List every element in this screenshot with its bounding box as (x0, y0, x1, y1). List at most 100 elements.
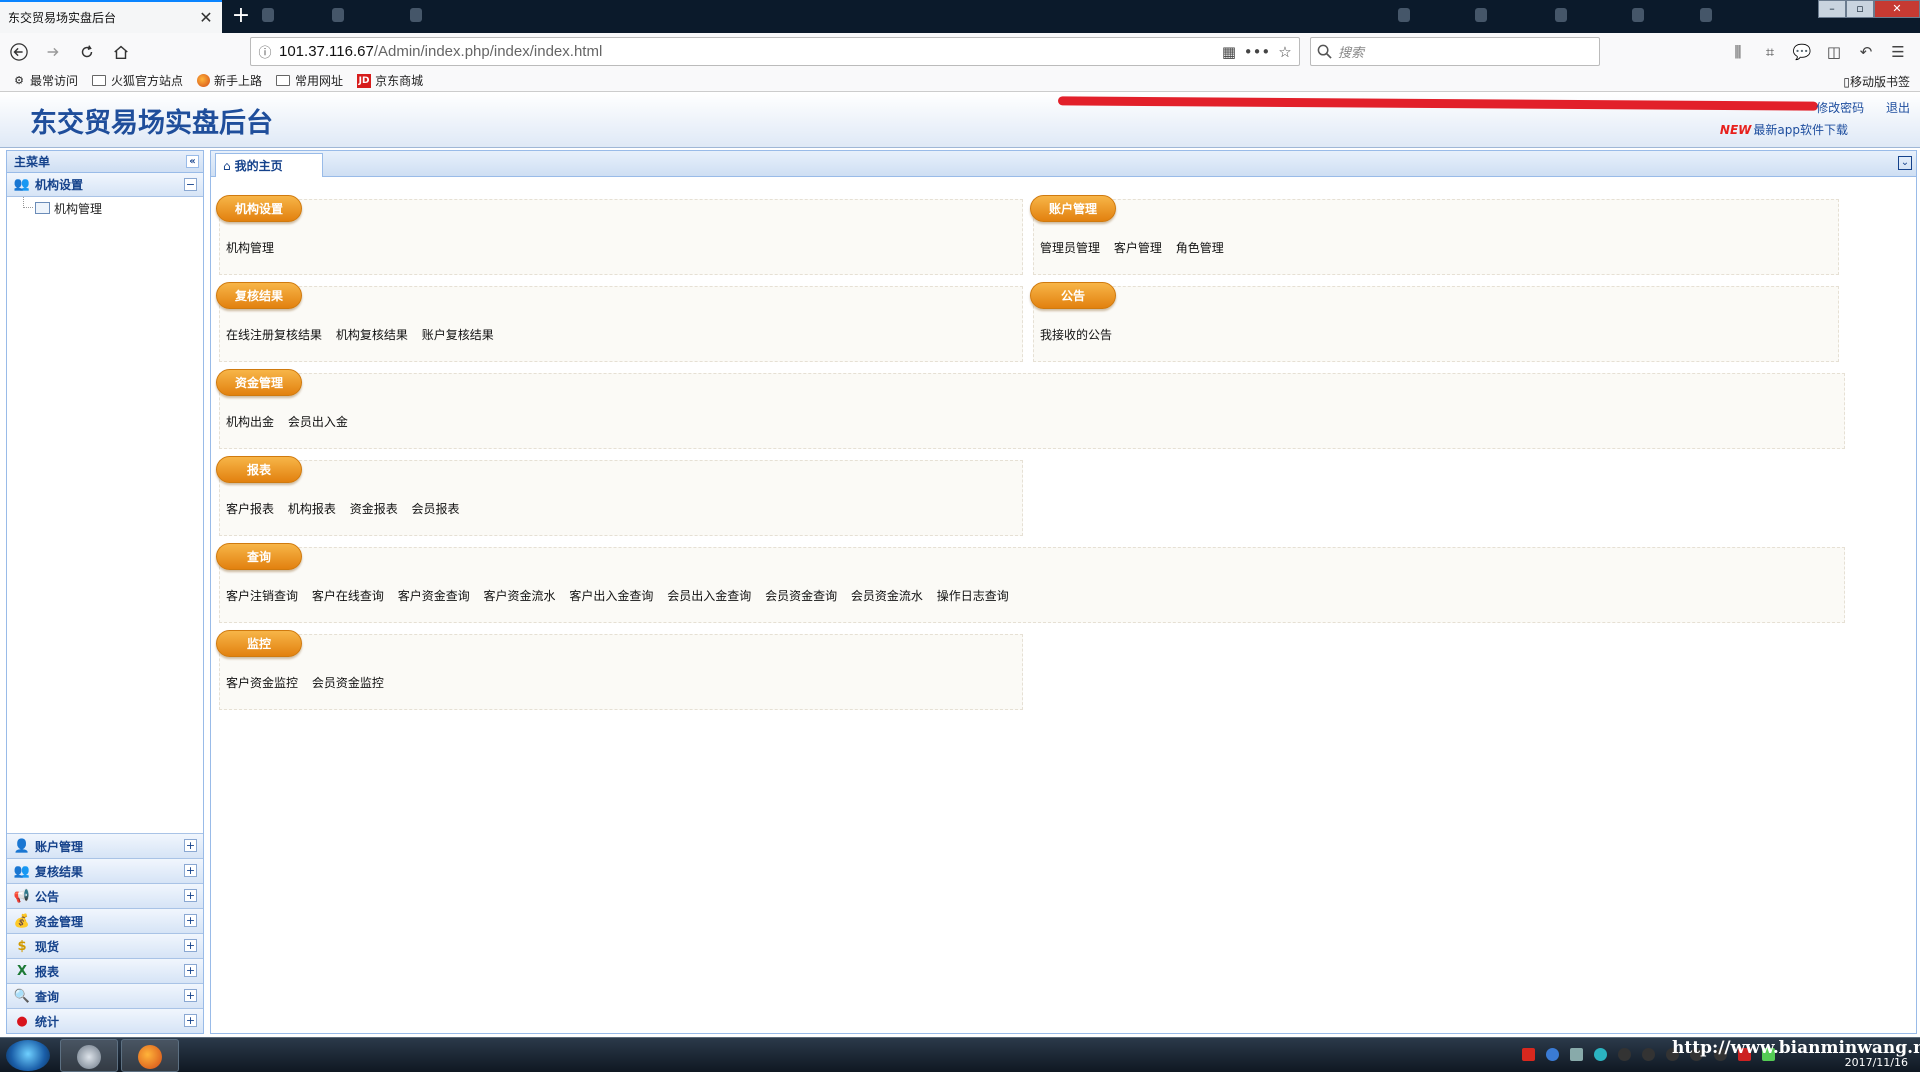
link-customer-management[interactable]: 客户管理 (1114, 241, 1162, 255)
link-member-funds-query[interactable]: 会员资金查询 (765, 589, 837, 603)
back-button[interactable] (4, 37, 34, 67)
close-window-button[interactable]: ✕ (1874, 0, 1920, 18)
link-customer-report[interactable]: 客户报表 (226, 502, 274, 516)
link-online-register-review[interactable]: 在线注册复核结果 (226, 328, 322, 342)
panel-title: 监控 (216, 630, 302, 657)
expand-section-icon[interactable]: + (184, 914, 197, 927)
taskbar-app-firefox[interactable] (121, 1039, 179, 1072)
window-controls: – ▫ ✕ (1818, 0, 1920, 20)
tab-menu-icon[interactable]: ⌄ (1898, 156, 1912, 170)
sidebar-section-query[interactable]: 🔍 查询 + (7, 983, 203, 1008)
undo-icon[interactable]: ↶ (1850, 43, 1882, 61)
bookmark-getting-started[interactable]: 新手上路 (197, 72, 262, 89)
link-customer-funds-query[interactable]: 客户资金查询 (398, 589, 470, 603)
help-icon[interactable] (1546, 1048, 1559, 1061)
new-tab-button[interactable]: + (228, 3, 254, 29)
page-actions-icon[interactable]: ••• (1243, 43, 1271, 61)
browser-tab-bar: 东交贸易场实盘后台 ✕ + – ▫ ✕ (0, 0, 1920, 33)
link-org-withdraw[interactable]: 机构出金 (226, 415, 274, 429)
expand-section-icon[interactable]: + (184, 889, 197, 902)
link-customer-online-query[interactable]: 客户在线查询 (312, 589, 384, 603)
link-customer-funds-monitor[interactable]: 客户资金监控 (226, 676, 298, 690)
expand-section-icon[interactable]: + (184, 964, 197, 977)
sidebar-section-stats[interactable]: ● 统计 + (7, 1008, 203, 1033)
bookmark-jd[interactable]: JD 京东商城 (357, 72, 423, 89)
sidebar-icon[interactable]: ◫ (1818, 43, 1850, 61)
url-text[interactable]: 101.37.116.67/Admin/index.php/index/inde… (279, 43, 1215, 60)
link-admin-management[interactable]: 管理员管理 (1040, 241, 1100, 255)
link-role-management[interactable]: 角色管理 (1176, 241, 1224, 255)
user-icon: 👤 (13, 838, 31, 854)
forward-button[interactable] (38, 37, 68, 67)
home-button[interactable] (106, 37, 136, 67)
sidebar-section-org-settings[interactable]: 👥 机构设置 − (7, 173, 203, 197)
start-button[interactable] (6, 1040, 50, 1071)
expand-section-icon[interactable]: + (184, 1014, 197, 1027)
minimize-button[interactable]: – (1818, 0, 1846, 18)
app-download-link[interactable]: NEW 最新app软件下载 (1720, 121, 1848, 138)
section-label: 机构设置 (35, 178, 84, 192)
library-icon[interactable]: ⫼ (1722, 43, 1754, 61)
link-member-funds-flow[interactable]: 会员资金流水 (851, 589, 923, 603)
tab-home[interactable]: ⌂ 我的主页 (215, 153, 323, 177)
screenshot-icon[interactable]: ⌗ (1754, 43, 1786, 61)
link-org-review[interactable]: 机构复核结果 (336, 328, 408, 342)
qq-icon[interactable] (1618, 1048, 1631, 1061)
info-icon[interactable]: ⓘ (251, 42, 279, 61)
qr-code-icon[interactable]: ▦ (1215, 43, 1243, 61)
address-bar[interactable]: ⓘ 101.37.116.67/Admin/index.php/index/in… (250, 37, 1300, 66)
tray-icon[interactable] (1594, 1048, 1607, 1061)
expand-section-icon[interactable]: + (184, 939, 197, 952)
link-account-review[interactable]: 账户复核结果 (422, 328, 494, 342)
chat-icon[interactable]: 💬 (1786, 43, 1818, 61)
link-customer-cancel-query[interactable]: 客户注销查询 (226, 589, 298, 603)
link-funds-report[interactable]: 资金报表 (350, 502, 398, 516)
collapse-section-icon[interactable]: − (184, 178, 197, 191)
tray-icon[interactable] (1522, 1048, 1535, 1061)
sidebar-section-reports[interactable]: X 报表 + (7, 958, 203, 983)
panel-links: 客户资金监控 会员资金监控 (226, 674, 394, 691)
collapse-sidebar-icon[interactable]: « (186, 155, 199, 168)
logout-link[interactable]: 退出 (1886, 101, 1910, 115)
link-member-deposit-withdraw[interactable]: 会员出入金 (288, 415, 348, 429)
qq-icon[interactable] (1642, 1048, 1655, 1061)
panel-query: 查询 客户注销查询 客户在线查询 客户资金查询 客户资金流水 客户出入金查询 会… (216, 543, 1845, 623)
jd-icon: JD (357, 73, 372, 88)
link-operation-log-query[interactable]: 操作日志查询 (937, 589, 1009, 603)
bookmark-common-sites[interactable]: 常用网址 (276, 72, 343, 89)
bookmark-star-icon[interactable]: ☆ (1271, 43, 1299, 61)
menu-icon[interactable]: ☰ (1882, 43, 1914, 61)
search-box[interactable]: 搜索 (1310, 37, 1600, 66)
change-password-link[interactable]: 修改密码 (1816, 101, 1864, 115)
home-icon (114, 45, 128, 59)
sidebar-section-notice[interactable]: 📢 公告 + (7, 883, 203, 908)
link-org-report[interactable]: 机构报表 (288, 502, 336, 516)
bookmark-most-visited[interactable]: ⚙ 最常访问 (12, 72, 78, 89)
dollar-icon: $ (17, 938, 27, 954)
browser-tab[interactable]: 东交贸易场实盘后台 ✕ (0, 0, 222, 33)
taskbar-app-1[interactable] (60, 1039, 118, 1072)
link-member-report[interactable]: 会员报表 (412, 502, 460, 516)
sidebar-section-review[interactable]: 👥 复核结果 + (7, 858, 203, 883)
bookmark-label: 新手上路 (214, 74, 263, 88)
expand-section-icon[interactable]: + (184, 864, 197, 877)
panel-funds: 资金管理 机构出金 会员出入金 (216, 369, 1845, 449)
link-org-management[interactable]: 机构管理 (226, 241, 274, 255)
sidebar-section-accounts[interactable]: 👤 账户管理 + (7, 833, 203, 858)
close-tab-icon[interactable]: ✕ (198, 8, 214, 27)
sidebar-section-spot[interactable]: $ 现货 + (7, 933, 203, 958)
maximize-button[interactable]: ▫ (1846, 0, 1874, 18)
sidebar-item-org-management[interactable]: 机构管理 (7, 197, 203, 219)
mobile-bookmarks[interactable]: ▯移动版书签 (1843, 73, 1910, 90)
link-received-notices[interactable]: 我接收的公告 (1040, 328, 1112, 342)
expand-section-icon[interactable]: + (184, 839, 197, 852)
bookmark-firefox-site[interactable]: 火狐官方站点 (92, 72, 183, 89)
reload-button[interactable] (72, 37, 102, 67)
link-member-deposit-query[interactable]: 会员出入金查询 (667, 589, 751, 603)
link-customer-deposit-query[interactable]: 客户出入金查询 (569, 589, 653, 603)
expand-section-icon[interactable]: + (184, 989, 197, 1002)
sidebar-section-funds[interactable]: 💰 资金管理 + (7, 908, 203, 933)
link-customer-funds-flow[interactable]: 客户资金流水 (484, 589, 556, 603)
tray-icon[interactable] (1570, 1048, 1583, 1061)
link-member-funds-monitor[interactable]: 会员资金监控 (312, 676, 384, 690)
